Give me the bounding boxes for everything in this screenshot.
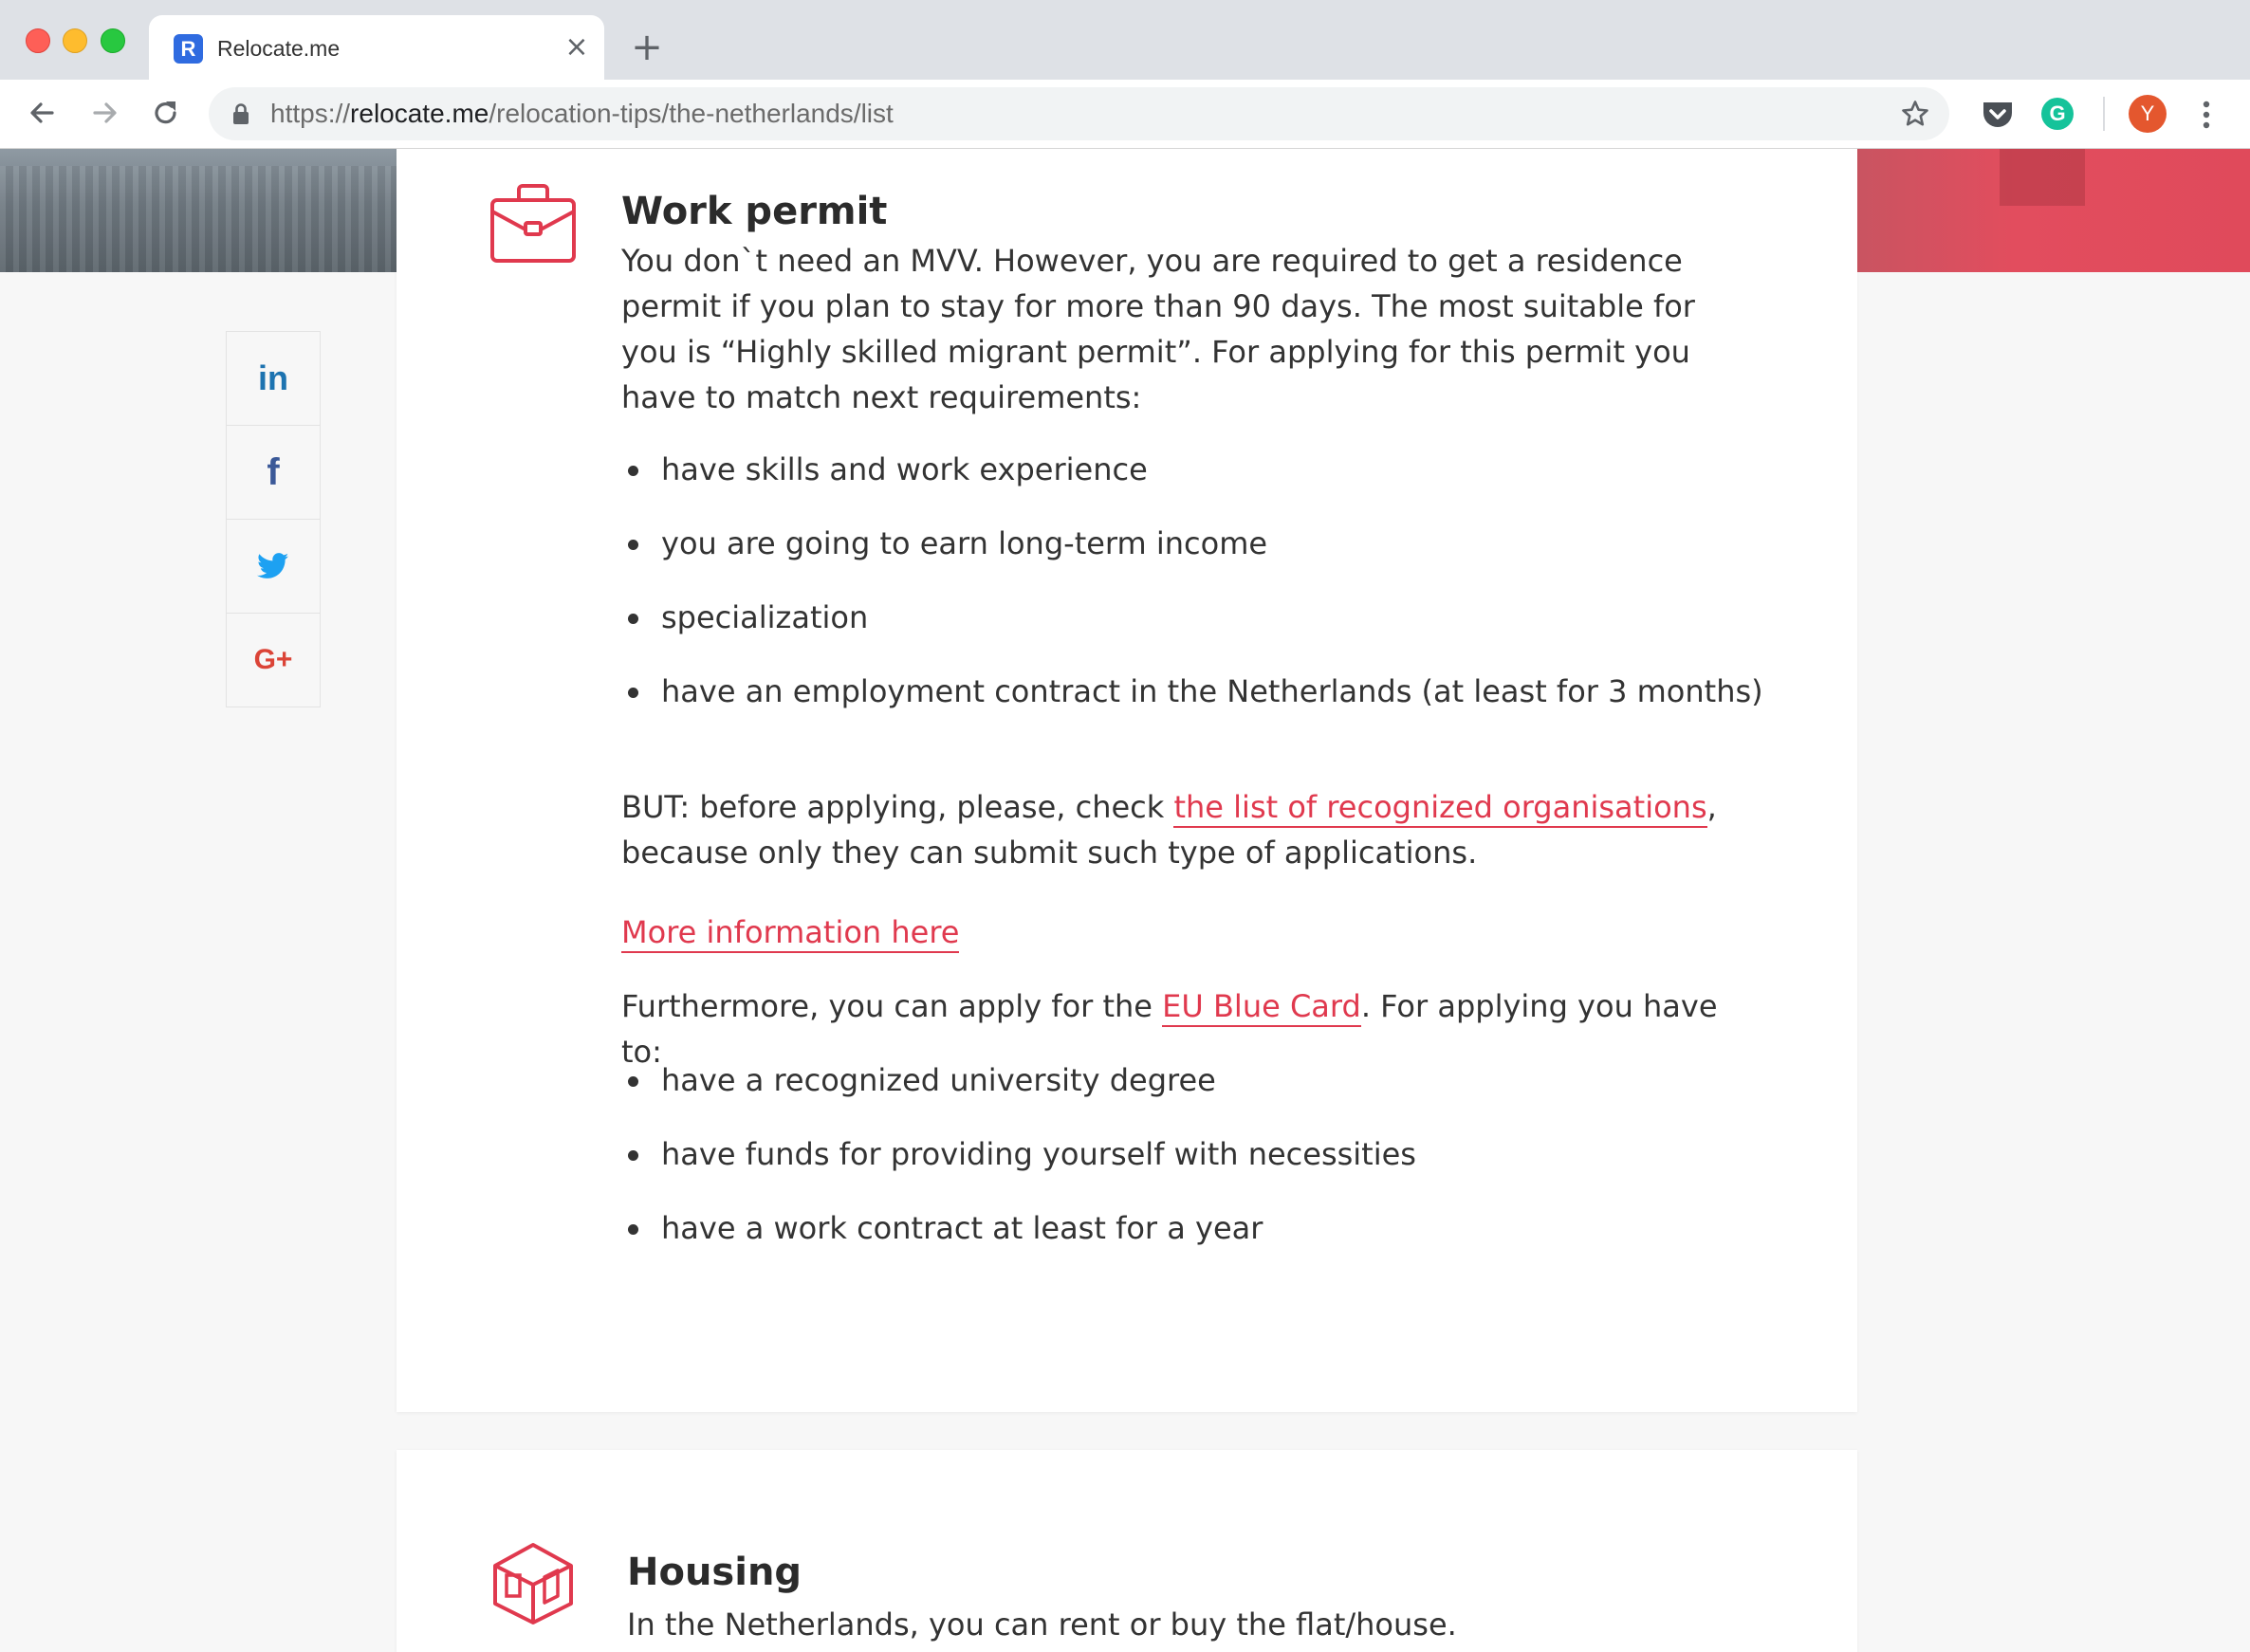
hero-image-left — [0, 149, 397, 272]
hero-shade — [2000, 149, 2085, 206]
back-arrow-icon[interactable] — [22, 92, 64, 134]
share-linkedin-button[interactable]: in — [227, 332, 320, 426]
social-share-bar: in f G+ — [226, 331, 321, 707]
tab-close-icon[interactable]: × — [560, 30, 594, 64]
list-item-text: have a work contract at least for a year — [661, 1210, 1263, 1246]
work-permit-card: Work permit You don`t need an MVV. Howev… — [397, 149, 1857, 1412]
browser-toolbar: https://relocate.me/relocation-tips/the-… — [0, 80, 2250, 149]
grammarly-extension-icon[interactable]: G — [2041, 98, 2074, 130]
briefcase-icon — [490, 184, 576, 263]
list-item-text: you are going to earn long-term income — [661, 525, 1268, 561]
linkedin-icon: in — [258, 358, 288, 397]
google-plus-icon: G+ — [253, 644, 293, 675]
browser-titlebar: R Relocate.me × + — [0, 0, 2250, 80]
housing-title: Housing — [627, 1551, 802, 1594]
recognized-organisations-note: BUT: before applying, please, check the … — [621, 784, 1760, 875]
list-item-text: specialization — [661, 599, 869, 635]
bookmark-star-icon[interactable] — [1900, 99, 1930, 129]
share-facebook-button[interactable]: f — [227, 426, 320, 520]
more-information-link[interactable]: More information here — [621, 914, 960, 953]
list-item: you are going to earn long-term income — [621, 521, 1760, 595]
close-window-button[interactable] — [26, 28, 50, 53]
lock-icon — [233, 103, 249, 124]
relocate-favicon-icon: R — [174, 34, 203, 64]
recognized-organisations-link[interactable]: the list of recognized organisations — [1173, 789, 1707, 828]
eu-blue-card-link[interactable]: EU Blue Card — [1162, 988, 1361, 1027]
url-text: https://relocate.me/relocation-tips/the-… — [270, 98, 894, 130]
bullet-icon — [628, 466, 638, 476]
list-item: have a work contract at least for a year — [621, 1205, 1760, 1279]
reload-icon[interactable] — [145, 92, 187, 134]
housing-card: Housing In the Netherlands, you can rent… — [397, 1450, 1857, 1652]
list-item-text: have a recognized university degree — [661, 1062, 1216, 1098]
hero-bridge-texture — [0, 166, 397, 272]
url-path: /relocation-tips/the-netherlands/list — [489, 99, 894, 128]
list-item-text: have skills and work experience — [661, 451, 1148, 487]
more-information-paragraph: More information here — [621, 909, 1760, 955]
list-item: have funds for providing yourself with n… — [621, 1131, 1760, 1205]
blue-card-requirements-list: have a recognized university degree have… — [621, 1057, 1760, 1279]
share-twitter-button[interactable] — [227, 520, 320, 614]
list-item: have skills and work experience — [621, 447, 1760, 521]
note-prefix: BUT: before applying, please, check — [621, 789, 1174, 825]
list-item-text: have funds for providing yourself with n… — [661, 1136, 1416, 1172]
toolbar-divider — [2103, 97, 2105, 131]
bullet-icon — [628, 1224, 638, 1235]
minimize-window-button[interactable] — [63, 28, 87, 53]
blue-card-prefix: Furthermore, you can apply for the — [621, 988, 1163, 1024]
housing-intro: In the Netherlands, you can rent or buy … — [627, 1606, 1457, 1643]
forward-arrow-icon[interactable] — [83, 92, 125, 134]
work-permit-intro: You don`t need an MVV. However, you are … — [621, 243, 1695, 415]
bullet-icon — [628, 614, 638, 624]
work-permit-requirements-list: have skills and work experience you are … — [621, 447, 1763, 743]
share-google-plus-button[interactable]: G+ — [227, 614, 320, 707]
tab-title: Relocate.me — [217, 36, 341, 61]
url-scheme: https:// — [270, 99, 351, 128]
list-item: have a recognized university degree — [621, 1057, 1760, 1131]
work-permit-title: Work permit — [621, 190, 888, 233]
twitter-icon — [257, 553, 289, 578]
maximize-window-button[interactable] — [101, 28, 125, 53]
bullet-icon — [628, 688, 638, 698]
browser-menu-icon[interactable] — [2197, 99, 2216, 131]
new-tab-button[interactable]: + — [626, 27, 668, 68]
facebook-icon: f — [267, 451, 280, 493]
profile-avatar[interactable]: Y — [2129, 95, 2167, 133]
bullet-icon — [628, 1150, 638, 1161]
browser-tab-active[interactable]: R Relocate.me × — [149, 15, 604, 80]
list-item: specialization — [621, 595, 1760, 669]
list-item: have an employment contract in the Nethe… — [621, 669, 1763, 743]
address-bar[interactable]: https://relocate.me/relocation-tips/the-… — [209, 87, 1949, 140]
hero-image-right — [1857, 149, 2250, 272]
list-item-text: have an employment contract in the Nethe… — [661, 673, 1763, 709]
grammarly-letter: G — [2049, 101, 2066, 125]
pocket-extension-icon[interactable] — [1981, 99, 2015, 131]
bullet-icon — [628, 1076, 638, 1087]
bullet-icon — [628, 540, 638, 550]
housing-icon — [493, 1543, 573, 1624]
url-host: relocate.me — [350, 99, 489, 128]
page-viewport: in f G+ Work permit You don`t need an MV… — [0, 149, 2250, 1652]
